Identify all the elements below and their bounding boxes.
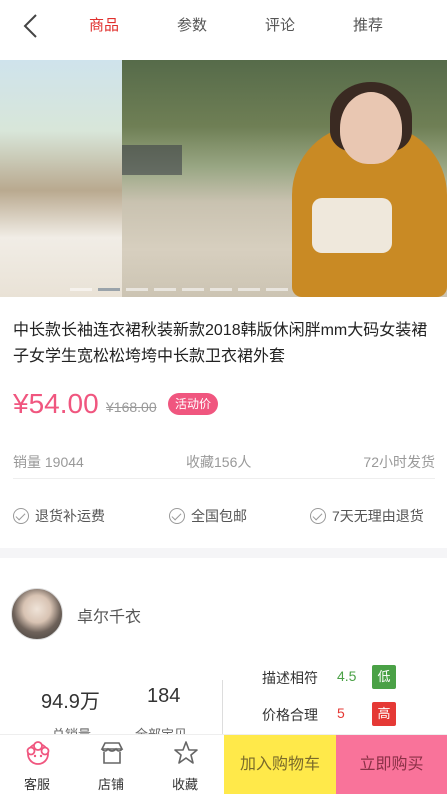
product-image-carousel[interactable] (0, 60, 447, 297)
sales-count: 销量 19044 (13, 454, 84, 470)
service-item: 退货补运费 (13, 506, 105, 526)
check-circle-icon (310, 508, 326, 524)
customer-service-label: 客服 (23, 777, 50, 792)
product-photo-main (122, 60, 447, 297)
rating-description-label: 描述相符 (262, 670, 318, 686)
tab-bar: 商品 参数 评论 推荐 (60, 0, 412, 52)
service-label: 退货补运费 (35, 508, 105, 524)
rating-price-label: 价格合理 (262, 707, 318, 723)
carousel-dot[interactable] (154, 288, 176, 291)
total-sales-value: 94.9万 (41, 691, 100, 713)
product-price: ¥54.00 (13, 388, 99, 419)
section-separator (0, 548, 447, 558)
check-circle-icon (13, 508, 29, 524)
star-icon (174, 741, 198, 764)
product-title: 中长款长袖连衣裙秋装新款2018韩版休闲胖mm大码女装裙子女学生宽松松垮垮中长款… (13, 322, 428, 365)
carousel-dot[interactable] (70, 288, 92, 291)
service-item: 全国包邮 (169, 506, 247, 526)
shop-name[interactable]: 卓尔千衣 (77, 603, 141, 627)
carousel-dot[interactable] (210, 288, 232, 291)
service-item: 7天无理由退货 (310, 506, 424, 526)
rating-description-score: 4.5 (337, 668, 357, 684)
carousel-dot[interactable] (238, 288, 260, 291)
service-face-icon (26, 741, 50, 765)
favorite-label: 收藏 (171, 777, 198, 792)
carousel-dot-active[interactable] (98, 288, 120, 291)
promo-badge: 活动价 (168, 393, 219, 415)
store-button[interactable]: 店铺 (74, 735, 148, 794)
tab-recommend[interactable]: 推荐 (324, 0, 412, 52)
carousel-dot[interactable] (126, 288, 148, 291)
bottom-action-bar: 客服 店铺 收藏 加入购物车 立即购买 (0, 734, 447, 794)
carousel-dot[interactable] (266, 288, 288, 291)
rating-price-level: 高 (372, 702, 396, 726)
rating-price-score: 5 (337, 705, 345, 721)
tab-reviews[interactable]: 评论 (236, 0, 324, 52)
store-icon (100, 742, 124, 764)
rating-description-level: 低 (372, 665, 396, 689)
photo-background-detail (122, 145, 182, 175)
service-label: 7天无理由退货 (332, 508, 424, 524)
favorites-count: 收藏156人 (186, 454, 252, 470)
carousel-dot[interactable] (182, 288, 204, 291)
customer-service-button[interactable]: 客服 (0, 735, 74, 794)
tab-params[interactable]: 参数 (148, 0, 236, 52)
total-items-value: 184 (147, 685, 181, 707)
back-arrow-icon[interactable] (18, 12, 46, 40)
add-to-cart-button[interactable]: 加入购物车 (224, 735, 336, 794)
divider (13, 478, 435, 479)
carousel-indicators (70, 288, 288, 291)
product-photo-previous (0, 60, 122, 297)
favorite-button[interactable]: 收藏 (148, 735, 222, 794)
tab-product[interactable]: 商品 (60, 0, 148, 52)
shop-avatar[interactable] (11, 588, 63, 640)
store-label: 店铺 (97, 777, 124, 792)
check-circle-icon (169, 508, 185, 524)
top-nav: 商品 参数 评论 推荐 (0, 0, 447, 52)
service-label: 全国包邮 (191, 508, 247, 524)
buy-now-button[interactable]: 立即购买 (336, 735, 447, 794)
photo-face (340, 92, 402, 164)
shipping-time: 72小时发货 (363, 454, 435, 470)
photo-bag (312, 198, 392, 253)
original-price: ¥168.00 (106, 399, 157, 415)
